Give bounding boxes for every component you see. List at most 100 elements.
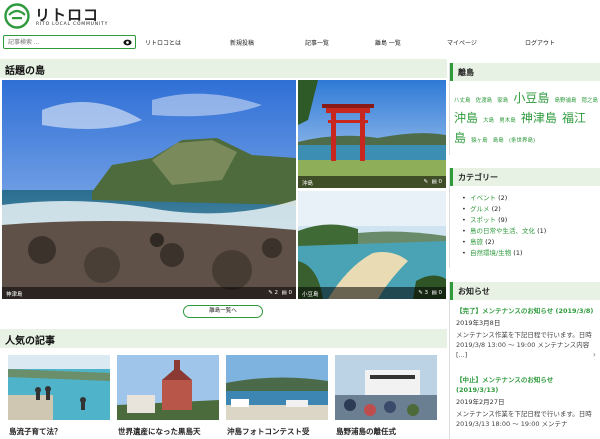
news-body: メンテナンス作業を下記日程で行います。日時 2019/3/13 18:00 ～ … xyxy=(456,410,592,428)
article-photo xyxy=(335,355,437,420)
card-stats: ✎ ▤ 0 xyxy=(423,179,442,185)
comment-count: 0 xyxy=(288,290,293,296)
article-card-title[interactable]: 島流子育て法？ xyxy=(9,426,62,437)
islands-widget: 離島 八丈島 佐渡島 家島 小豆島 島野浦島 隠之島 沖島 大島 男木島 神津島… xyxy=(449,63,600,155)
featured-header: 話題の島 xyxy=(0,59,447,78)
category-link[interactable]: 自然環境/生物 xyxy=(470,249,511,257)
featured-card-kozushima[interactable]: 神津島 ✎ 2 ▤ 0 xyxy=(2,80,296,299)
category-widget-title: カテゴリー xyxy=(458,173,498,182)
article-card-title[interactable]: 島野浦島の離任式 xyxy=(336,426,396,437)
island-tag[interactable]: 福江 xyxy=(562,111,586,125)
search-input[interactable] xyxy=(5,36,122,48)
category-count: (9) xyxy=(498,216,508,224)
search-box xyxy=(3,35,136,49)
article-card[interactable] xyxy=(8,355,110,420)
article-card-title[interactable]: 沖島フォトコンテスト受 xyxy=(227,426,310,437)
news-title[interactable]: 【完了】メンテナンスのお知らせ (2019/3/8) xyxy=(456,306,596,316)
island-tag[interactable]: 小豆島 xyxy=(513,91,549,105)
search-eye-icon xyxy=(123,39,132,45)
category-item: スポット (9) xyxy=(462,215,546,226)
site-header: リトロコ RITO LOCAL COMMUNITY リトロコとは 新規投稿 記事… xyxy=(0,0,600,55)
article-card-title[interactable]: 世界遺産になった黒島天 xyxy=(118,426,201,437)
island-tag[interactable]: 猿ヶ島 xyxy=(471,138,488,144)
article-photo xyxy=(8,355,110,420)
news-widget-header: お知らせ xyxy=(450,282,600,300)
kozushima-photo xyxy=(2,80,296,299)
featured-caption: 神津島 ✎ 2 ▤ 0 xyxy=(2,287,296,299)
island-tag[interactable]: 島島 xyxy=(493,138,504,144)
main-nav: リトロコとは 新規投稿 記事一覧 離島 一覧 マイページ ログアウト xyxy=(140,35,600,49)
like-count: 3 xyxy=(424,290,429,296)
logo-icon[interactable] xyxy=(4,3,30,29)
category-item: 自然環境/生物 (1) xyxy=(462,248,546,259)
featured-caption: 沖島 ✎ ▤ 0 xyxy=(298,176,446,188)
island-tag[interactable]: 佐渡島 xyxy=(476,98,493,104)
island-name: 神津島 xyxy=(6,292,23,298)
category-count: (2) xyxy=(485,238,495,246)
nav-about[interactable]: リトロコとは xyxy=(145,38,181,47)
category-widget-header: カテゴリー xyxy=(450,168,600,186)
nav-mypage[interactable]: マイページ xyxy=(447,38,477,47)
news-widget-title: お知らせ xyxy=(458,287,490,296)
news-item: 【完了】メンテナンスのお知らせ (2019/3/8) 2019年3月8日 メンテ… xyxy=(456,306,596,360)
featured-card-okishima[interactable]: 沖島 ✎ ▤ 0 xyxy=(298,80,446,188)
featured-card-shodoshima[interactable]: 小豆島 ✎ 3 ▤ 0 xyxy=(298,191,446,299)
news-item: 【中止】メンテナンスのお知らせ (2019/3/13) 2019年2月27日 メ… xyxy=(456,375,596,429)
island-tag[interactable]: 島 xyxy=(454,131,466,145)
article-card[interactable] xyxy=(117,355,219,420)
nav-new-post[interactable]: 新規投稿 xyxy=(230,38,254,47)
featured-title: 話題の島 xyxy=(5,66,45,77)
islands-widget-header: 離島 xyxy=(450,63,600,81)
news-body: メンテナンス作業を下記日程で行います。日時 2019/3/8 13:00 ～ 1… xyxy=(456,331,592,359)
category-count: (2) xyxy=(498,194,508,202)
article-card[interactable] xyxy=(226,355,328,420)
category-item: 島旅 (2) xyxy=(462,237,546,248)
comment-count: 0 xyxy=(438,290,443,296)
nav-logout[interactable]: ログアウト xyxy=(525,38,555,47)
island-tag[interactable]: 隠之島 xyxy=(582,98,599,104)
category-widget: カテゴリー イベント (2) グルメ (2) スポット (9) 島の日常や生活、… xyxy=(449,168,600,268)
island-tag[interactable]: 家島 xyxy=(497,98,508,104)
island-tag[interactable]: 大島 xyxy=(483,118,494,124)
news-next-icon[interactable]: › xyxy=(593,350,596,359)
category-item: イベント (2) xyxy=(462,193,546,204)
category-count: (1) xyxy=(537,227,547,235)
island-tag[interactable]: 男木島 xyxy=(499,118,516,124)
island-tag[interactable]: 島野浦島 xyxy=(554,98,576,104)
article-photo xyxy=(117,355,219,420)
island-name: 小豆島 xyxy=(302,292,319,298)
category-link[interactable]: スポット xyxy=(470,216,496,224)
nav-articles[interactable]: 記事一覧 xyxy=(305,38,329,47)
news-widget: お知らせ 【完了】メンテナンスのお知らせ (2019/3/8) 2019年3月8… xyxy=(449,282,600,439)
shodoshima-photo xyxy=(298,191,446,299)
category-link[interactable]: イベント xyxy=(470,194,496,202)
category-link[interactable]: グルメ xyxy=(470,205,490,213)
popular-header: 人気の記事 xyxy=(0,329,447,348)
comment-count: 0 xyxy=(438,179,443,185)
island-name: 沖島 xyxy=(302,181,314,187)
category-link[interactable]: 島の日常や生活、文化 xyxy=(470,227,535,235)
island-list-button[interactable]: 離島一覧へ xyxy=(183,305,263,318)
popular-title: 人気の記事 xyxy=(5,336,55,347)
okishima-photo xyxy=(298,80,446,188)
article-photo xyxy=(226,355,328,420)
news-date: 2019年2月27日 xyxy=(456,398,505,406)
category-count: (2) xyxy=(491,205,501,213)
island-tag-cloud: 八丈島 佐渡島 家島 小豆島 島野浦島 隠之島 沖島 大島 男木島 神津島 福江… xyxy=(454,89,599,149)
featured-caption: 小豆島 ✎ 3 ▤ 0 xyxy=(298,287,446,299)
news-title[interactable]: 【中止】メンテナンスのお知らせ (2019/3/13) xyxy=(456,375,596,395)
island-tag[interactable]: 神津島 xyxy=(521,111,557,125)
search-button[interactable] xyxy=(121,37,134,47)
island-tag[interactable]: 沖島 xyxy=(454,111,478,125)
island-tag[interactable]: 八丈島 xyxy=(454,98,471,104)
islands-widget-title: 離島 xyxy=(458,68,474,77)
nav-islands[interactable]: 離島 一覧 xyxy=(375,38,401,47)
island-tag[interactable]: (条世界島) xyxy=(509,138,535,144)
article-card[interactable] xyxy=(335,355,437,420)
category-link[interactable]: 島旅 xyxy=(470,238,483,246)
like-count: 2 xyxy=(274,290,279,296)
category-item: 島の日常や生活、文化 (1) xyxy=(462,226,546,237)
category-item: グルメ (2) xyxy=(462,204,546,215)
category-list: イベント (2) グルメ (2) スポット (9) 島の日常や生活、文化 (1)… xyxy=(462,193,546,259)
card-stats: ✎ 3 ▤ 0 xyxy=(418,290,442,296)
